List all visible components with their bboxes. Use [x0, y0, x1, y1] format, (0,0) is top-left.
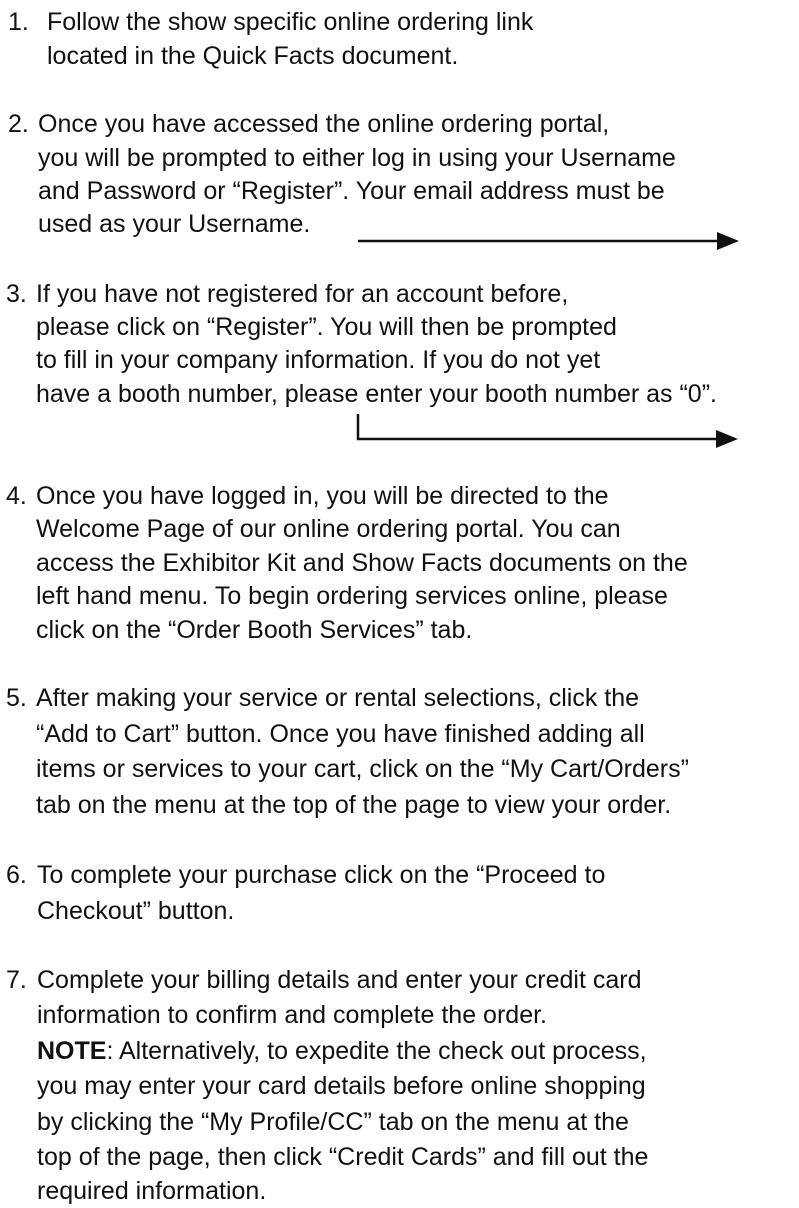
step-text-line: left hand menu. To begin ordering servic… — [36, 582, 668, 610]
step-text-line: and Password or “Register”. Your email a… — [38, 177, 665, 205]
step-number: 6. — [6, 861, 27, 889]
step-text-line: After making your service or rental sele… — [36, 684, 640, 712]
step-text-line: “Add to Cart” button. Once you have fini… — [36, 720, 645, 748]
step-number: 4. — [6, 482, 27, 510]
step-number: 3. — [6, 280, 27, 308]
note-text: : Alternatively, to expedite the check o… — [106, 1037, 647, 1065]
step-text-line: Once you have logged in, you will be dir… — [36, 482, 609, 510]
step-text-line: access the Exhibitor Kit and Show Facts … — [36, 549, 688, 577]
note-line: by clicking the “My Profile/CC” tab on t… — [37, 1108, 629, 1136]
step-number: 7. — [6, 966, 27, 994]
step-text-line: Checkout” button. — [37, 897, 235, 925]
right-arrow-icon — [358, 232, 739, 250]
note-line: required information. — [37, 1177, 267, 1205]
step-text-line: If you have not registered for an accoun… — [36, 280, 569, 308]
step-text-line: have a booth number, please enter your b… — [36, 380, 717, 408]
step-text-line: used as your Username. — [38, 210, 311, 238]
step-text-line: you will be prompted to either log in us… — [38, 144, 676, 172]
step-number: 1. — [8, 8, 29, 36]
step-text-line: Follow the show specific online ordering… — [47, 8, 534, 36]
step-text-line: Welcome Page of our online ordering port… — [36, 515, 621, 543]
note-line: NOTE: Alternatively, to expedite the che… — [37, 1034, 647, 1068]
step-text-line: please click on “Register”. You will the… — [36, 313, 617, 341]
step-text-line: Once you have accessed the online orderi… — [38, 110, 610, 138]
step-text-line: click on the “Order Booth Services” tab. — [36, 616, 473, 644]
step-text-line: tab on the menu at the top of the page t… — [36, 791, 672, 819]
step-text-line: to fill in your company information. If … — [36, 346, 601, 374]
step-number: 2. — [8, 110, 29, 138]
step-text-line: located in the Quick Facts document. — [47, 42, 459, 70]
note-label: NOTE — [37, 1037, 107, 1065]
note-line: top of the page, then click “Credit Card… — [37, 1143, 649, 1171]
note-line: you may enter your card details before o… — [37, 1072, 646, 1100]
step-text-line: Complete your billing details and enter … — [37, 966, 642, 994]
step-number: 5. — [6, 684, 27, 712]
elbow-right-arrow-icon — [356, 414, 738, 448]
step-text-line: To complete your purchase click on the “… — [37, 861, 606, 889]
step-text-line: information to confirm and complete the … — [37, 1001, 547, 1029]
step-text-line: items or services to your cart, click on… — [36, 755, 689, 783]
